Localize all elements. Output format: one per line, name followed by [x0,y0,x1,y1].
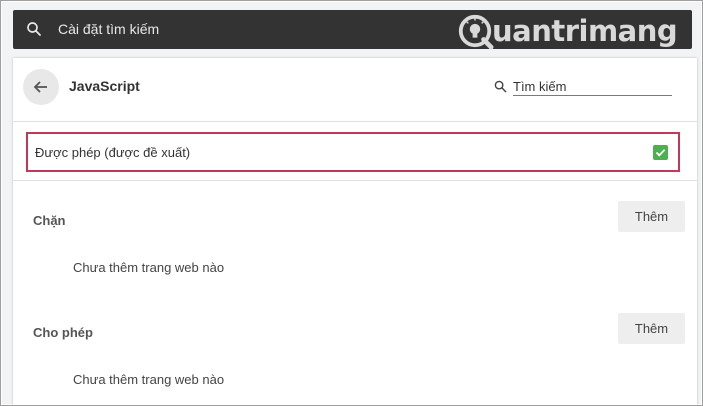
allowed-label: Được phép (được đề xuất) [35,145,191,160]
javascript-search [494,77,674,97]
allow-section-title: Cho phép [33,325,93,340]
search-placeholder: Cài đặt tìm kiếm [58,21,160,37]
allowed-toggle-row[interactable]: Được phép (được đề xuất) [26,132,680,172]
checkmark-icon [655,149,666,157]
search-input[interactable] [513,77,672,96]
allowed-checkbox[interactable] [653,145,668,160]
add-allow-button[interactable]: Thêm [618,313,685,344]
back-button[interactable] [23,69,59,105]
blocked-section-title: Chặn [33,213,66,228]
settings-window: Cài đặt tìm kiếm uantrimang JavaScript T… [0,0,703,406]
javascript-settings-card: JavaScript Được phép (được đề xuất) Chặn… [13,58,697,405]
section-divider [13,180,697,181]
search-icon [494,80,507,93]
blocked-empty-text: Chưa thêm trang web nào [73,260,225,275]
search-icon [27,22,41,36]
watermark-text: uantrimang [492,14,678,48]
watermark-logo: uantrimang [456,11,678,51]
arrow-back-icon [33,81,47,93]
header-divider [13,121,697,122]
lightbulb-logo-icon [458,14,494,50]
page-title: JavaScript [69,78,140,94]
allow-empty-text: Chưa thêm trang web nào [73,372,225,387]
add-blocked-button[interactable]: Thêm [618,201,685,232]
